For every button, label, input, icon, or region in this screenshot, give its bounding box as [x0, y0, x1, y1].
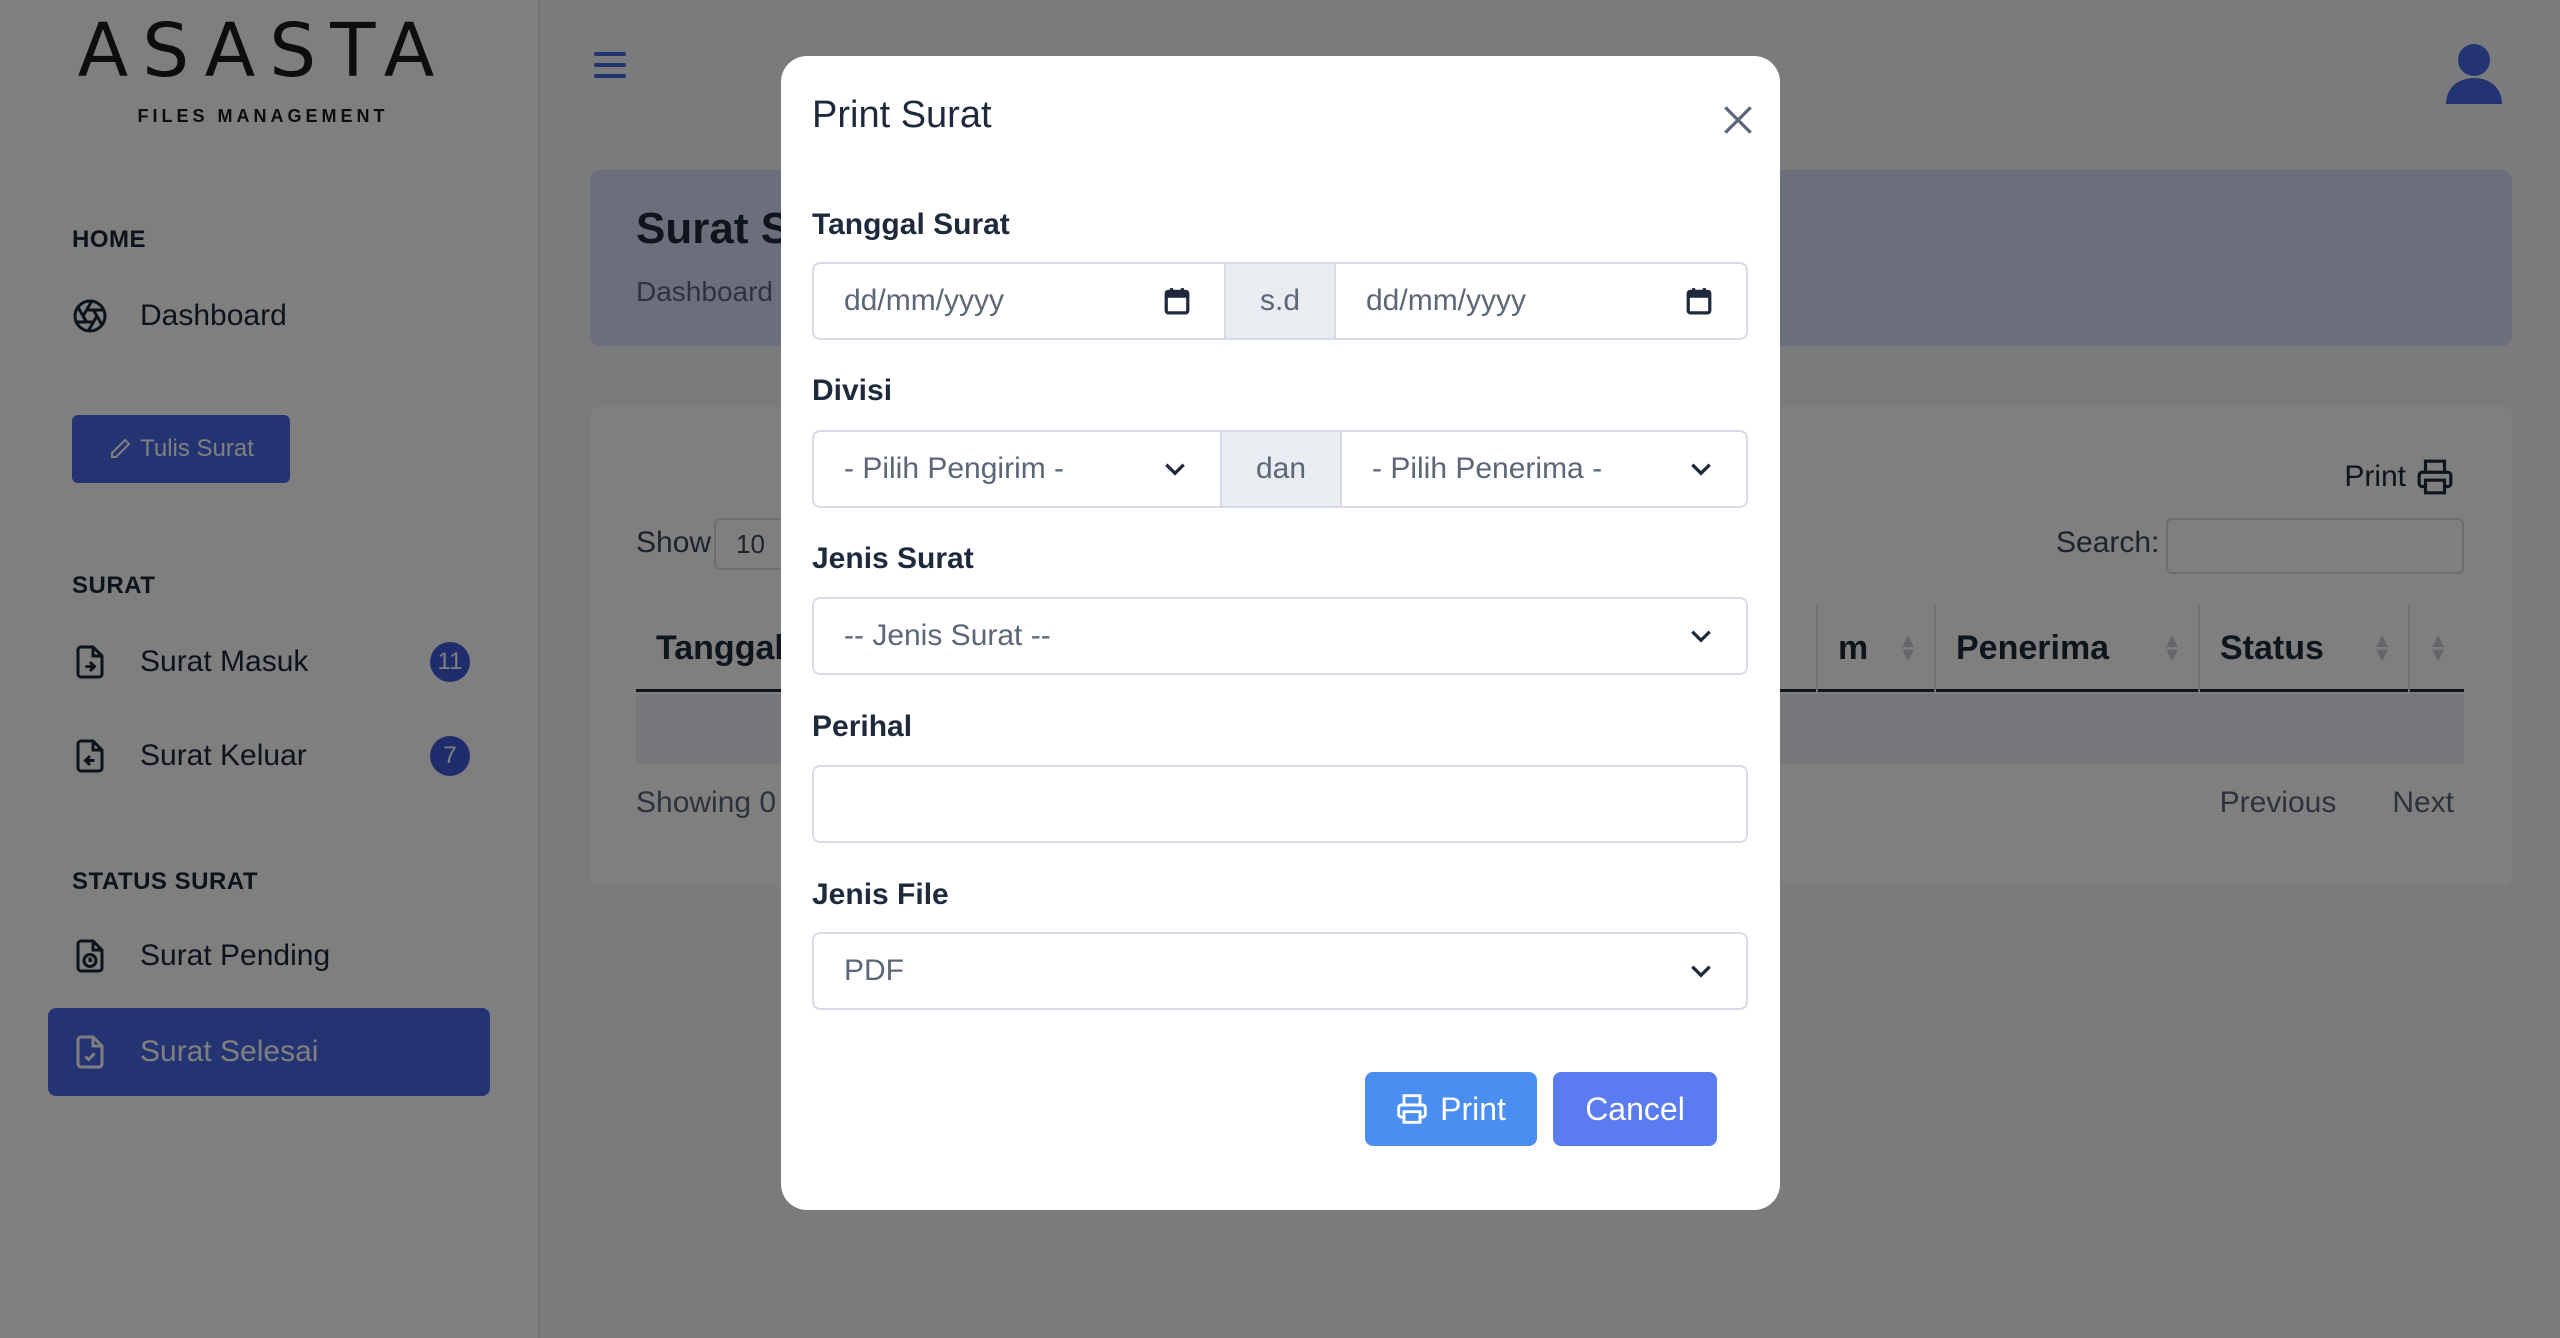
printer-icon: [1397, 1094, 1427, 1124]
chevron-down-icon: [1165, 463, 1185, 476]
date-range-separator: s.d: [1226, 262, 1334, 340]
jenis-file-select[interactable]: PDF: [812, 932, 1748, 1010]
penerima-select[interactable]: - Pilih Penerima -: [1340, 430, 1748, 508]
close-button[interactable]: [1714, 96, 1762, 144]
perihal-input[interactable]: [812, 765, 1748, 843]
print-button-label: Print: [1440, 1090, 1506, 1127]
jenis-surat-select[interactable]: -- Jenis Surat --: [812, 597, 1748, 675]
print-button[interactable]: Print: [1365, 1072, 1537, 1146]
divisi-separator: dan: [1222, 430, 1340, 508]
cancel-button-label: Cancel: [1585, 1090, 1685, 1127]
chevron-down-icon: [1691, 630, 1711, 643]
divisi-label: Divisi: [812, 374, 893, 407]
chevron-down-icon: [1691, 965, 1711, 978]
date-to-input[interactable]: dd/mm/yyyy: [1334, 262, 1748, 340]
modal-title: Print Surat: [812, 94, 992, 136]
print-surat-modal: Print Surat Tanggal Surat dd/mm/yyyy s.d…: [781, 56, 1780, 1210]
tanggal-surat-label: Tanggal Surat: [812, 208, 1010, 241]
close-icon: [1724, 106, 1752, 134]
chevron-down-icon: [1691, 463, 1711, 476]
calendar-icon[interactable]: [1164, 287, 1190, 315]
date-from-input[interactable]: dd/mm/yyyy: [812, 262, 1226, 340]
cancel-button[interactable]: Cancel: [1553, 1072, 1717, 1146]
jenis-file-label: Jenis File: [812, 878, 949, 911]
pengirim-select[interactable]: - Pilih Pengirim -: [812, 430, 1222, 508]
calendar-icon[interactable]: [1686, 287, 1712, 315]
perihal-label: Perihal: [812, 710, 913, 743]
jenis-surat-label: Jenis Surat: [812, 542, 974, 575]
